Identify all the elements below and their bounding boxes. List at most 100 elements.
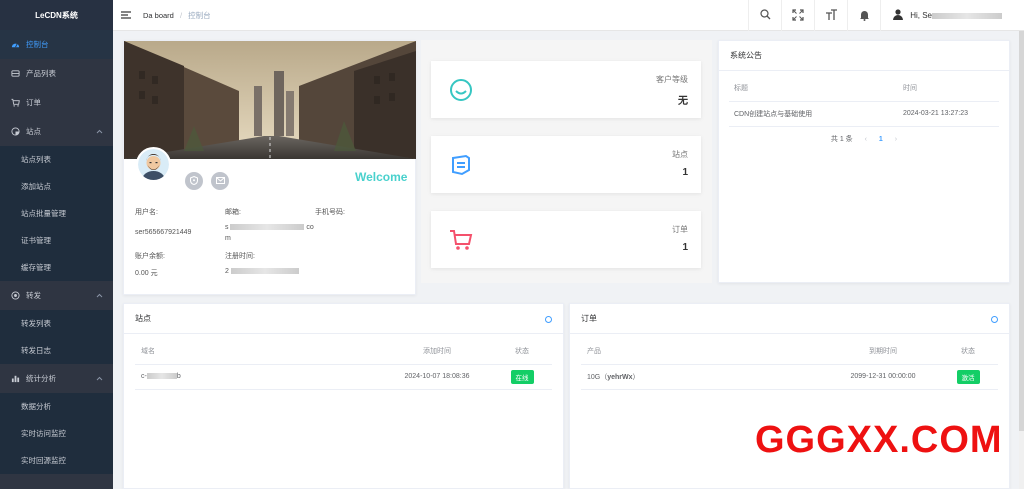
- email-value-wrap: m: [225, 235, 231, 242]
- announcements-table: 标题 时间 CDN创建站点与基础使用 2024-03-21 13:27:23: [729, 76, 999, 127]
- sidebar-item-label: 统计分析: [26, 374, 56, 383]
- profile-card: Welcome 用户名: 邮箱: 手机号码: ser565667921449 s…: [123, 40, 416, 295]
- pagination-total: 共 1 条: [830, 136, 853, 143]
- chevron-up-icon: [96, 127, 103, 136]
- site-badge-icon: [449, 153, 473, 177]
- sidebar-item-sites[interactable]: 站点: [0, 117, 113, 146]
- sidebar-item-label: 站点: [26, 127, 41, 136]
- balance-value: 0.00 元: [135, 270, 158, 277]
- scrollbar-thumb[interactable]: [1019, 31, 1024, 431]
- pagination-page[interactable]: 1: [879, 136, 883, 143]
- chevron-up-icon: [96, 291, 103, 300]
- sidebar-item-label: 控制台: [26, 40, 49, 49]
- sidebar-item-orders[interactable]: 订单: [0, 88, 113, 117]
- message-button[interactable]: [211, 172, 229, 190]
- product-icon: [10, 69, 20, 79]
- stat-label: 订单: [672, 225, 688, 234]
- bell-icon: [859, 9, 870, 23]
- notification-button[interactable]: [847, 0, 880, 31]
- order-product[interactable]: 10G（yehrWx）: [581, 364, 828, 390]
- font-size-button[interactable]: [814, 0, 847, 31]
- username-value: ser565667921449: [135, 229, 192, 236]
- sidebar-item-label: 订单: [26, 98, 41, 107]
- column-header: 状态: [938, 339, 998, 365]
- username-label: 用户名:: [135, 209, 158, 216]
- user-greeting: Hi, Se: [910, 11, 932, 20]
- sidebar-item-realtime-access[interactable]: 实时访问监控: [0, 420, 113, 447]
- app-logo: LeCDN系统: [0, 0, 113, 30]
- sidebar-item-forward-log[interactable]: 转发日志: [0, 337, 113, 364]
- stat-label: 客户等级: [656, 75, 688, 84]
- search-button[interactable]: [748, 0, 781, 31]
- sites-title: 站点: [124, 304, 563, 334]
- stats-icon: [10, 374, 20, 384]
- stat-card-level: 客户等级 无: [431, 61, 701, 118]
- fullscreen-button[interactable]: [781, 0, 814, 31]
- balance-label: 账户余额:: [135, 253, 165, 260]
- breadcrumb: Da board / 控制台: [143, 10, 211, 21]
- breadcrumb-separator: /: [179, 10, 183, 20]
- sites-panel: 站点 域名 添加时间 状态 c-b 2024-10-07 18:08:36 在线: [123, 303, 564, 489]
- dashboard-icon: [10, 40, 20, 50]
- stat-card-orders[interactable]: 订单 1: [431, 211, 701, 268]
- sidebar-item-dashboard[interactable]: 控制台: [0, 30, 113, 59]
- sidebar-item-realtime-origin[interactable]: 实时回源监控: [0, 447, 113, 474]
- site-domain[interactable]: c-b: [135, 364, 382, 390]
- table-row[interactable]: CDN创建站点与基础使用 2024-03-21 13:27:23: [729, 101, 999, 127]
- user-menu[interactable]: Hi, Se: [880, 0, 1024, 31]
- announcement-title[interactable]: CDN创建站点与基础使用: [729, 101, 903, 127]
- pagination-prev[interactable]: ‹: [865, 136, 867, 143]
- column-header: 状态: [492, 339, 552, 365]
- pagination: 共 1 条 ‹ 1 ›: [719, 134, 1009, 144]
- sidebar-item-site-list[interactable]: 站点列表: [0, 146, 113, 173]
- sidebar-item-data-analysis[interactable]: 数据分析: [0, 393, 113, 420]
- sidebar-item-forward-list[interactable]: 转发列表: [0, 310, 113, 337]
- sidebar-item-certificates[interactable]: 证书管理: [0, 227, 113, 254]
- sidebar-item-label: 产品列表: [26, 69, 56, 78]
- cart-icon: [449, 228, 473, 252]
- orders-title: 订单: [570, 304, 1009, 334]
- menu-toggle-icon[interactable]: [121, 10, 131, 20]
- stat-card-sites[interactable]: 站点 1: [431, 136, 701, 193]
- forward-icon: [10, 291, 20, 301]
- table-row[interactable]: c-b 2024-10-07 18:08:36 在线: [135, 364, 552, 390]
- sidebar-item-stats[interactable]: 统计分析: [0, 364, 113, 393]
- sidebar-item-products[interactable]: 产品列表: [0, 59, 113, 88]
- announcements-title: 系统公告: [719, 41, 1009, 71]
- smile-icon: [449, 78, 473, 102]
- status-badge: 激活: [956, 369, 980, 384]
- security-button[interactable]: [185, 172, 203, 190]
- stat-value: 无: [678, 96, 688, 107]
- refresh-icon[interactable]: [991, 316, 998, 323]
- orders-table: 产品 到期时间 状态 10G（yehrWx） 2099-12-31 00:00:…: [581, 339, 998, 390]
- table-row[interactable]: 10G（yehrWx） 2099-12-31 00:00:00 激活: [581, 364, 998, 390]
- pagination-next[interactable]: ›: [895, 136, 897, 143]
- refresh-icon[interactable]: [545, 316, 552, 323]
- chevron-up-icon: [96, 374, 103, 383]
- breadcrumb-root[interactable]: Da board: [143, 11, 174, 20]
- watermark: GGGXX.COM: [755, 419, 1003, 461]
- redacted-email: [230, 224, 305, 231]
- sidebar-item-label: 转发: [26, 291, 41, 300]
- fullscreen-icon: [792, 8, 804, 23]
- sidebar-item-add-site[interactable]: 添加站点: [0, 173, 113, 200]
- sites-table: 域名 添加时间 状态 c-b 2024-10-07 18:08:36 在线: [135, 339, 552, 390]
- stats-panel: 客户等级 无 站点 1 订单 1: [421, 40, 712, 283]
- sidebar-item-forward[interactable]: 转发: [0, 281, 113, 310]
- order-status-cell: 激活: [938, 364, 998, 390]
- font-size-icon: [825, 8, 838, 23]
- stat-label: 站点: [672, 150, 688, 159]
- site-added-time: 2024-10-07 18:08:36: [382, 364, 492, 390]
- sidebar-item-cache[interactable]: 缓存管理: [0, 254, 113, 281]
- phone-label: 手机号码:: [315, 209, 345, 216]
- breadcrumb-current: 控制台: [188, 10, 211, 20]
- header-actions: Hi, Se: [748, 0, 1024, 31]
- search-icon: [760, 9, 771, 22]
- column-header: 到期时间: [828, 339, 938, 365]
- user-icon: [893, 9, 904, 22]
- sidebar-item-site-batch[interactable]: 站点批量管理: [0, 200, 113, 227]
- sidebar: LeCDN系统 控制台 产品列表 订单 站点 站点列表 添加站点 站点批量管理 …: [0, 0, 113, 489]
- page-scrollbar[interactable]: [1019, 31, 1024, 489]
- column-header: 时间: [903, 76, 999, 102]
- stat-value: 1: [682, 242, 688, 253]
